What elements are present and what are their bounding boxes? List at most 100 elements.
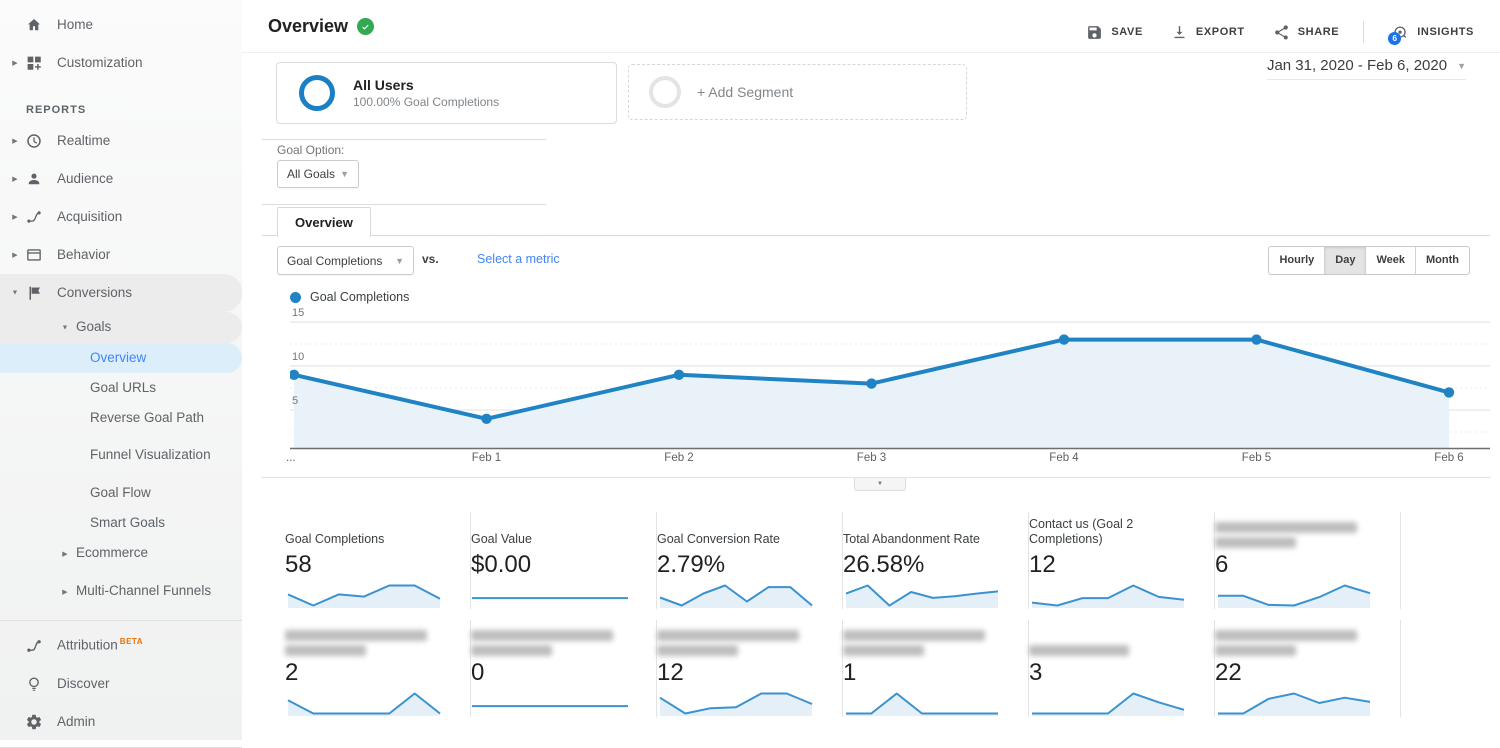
granularity-toggle: HourlyDayWeekMonth bbox=[1268, 246, 1470, 275]
scorecard-title: Goal Conversion Rate bbox=[657, 532, 818, 548]
actions-divider bbox=[1363, 21, 1364, 43]
tab-overview[interactable]: Overview bbox=[277, 207, 371, 237]
sidebar-item-label: Overview bbox=[90, 350, 146, 367]
chevron-right-icon[interactable]: ▶ bbox=[10, 251, 20, 259]
goal-option-label: Goal Option: bbox=[277, 143, 344, 157]
sidebar-item-realtime[interactable]: ▶Realtime bbox=[0, 122, 242, 160]
sidebar-item-overview[interactable]: Overview bbox=[0, 343, 242, 373]
scorecard-sparkline bbox=[285, 691, 446, 717]
x-axis-tick: Feb 3 bbox=[857, 452, 886, 464]
sidebar-item-goal-flow[interactable]: Goal Flow bbox=[0, 478, 242, 508]
scorecard-contact-us-goal-2-completions: Contact us (Goal 2 Completions)12 bbox=[1029, 512, 1215, 609]
conversions-icon bbox=[25, 284, 43, 302]
chevron-down-icon[interactable]: ▼ bbox=[60, 324, 70, 331]
date-range-picker[interactable]: Jan 31, 2020 - Feb 6, 2020 ▼ bbox=[1267, 57, 1466, 80]
select-a-metric-link[interactable]: Select a metric bbox=[477, 252, 560, 266]
sidebar-item-home[interactable]: Home bbox=[0, 6, 242, 44]
scorecard-value: 0 bbox=[471, 658, 632, 688]
scorecard-sparkline bbox=[843, 691, 1004, 717]
header-divider bbox=[242, 52, 1500, 53]
segment-subtitle: 100.00% Goal Completions bbox=[353, 95, 499, 109]
chevron-right-icon[interactable]: ▶ bbox=[10, 137, 20, 145]
chevron-down-icon: ▼ bbox=[1457, 61, 1466, 71]
chart-collapse-handle[interactable]: ▼ bbox=[854, 478, 906, 491]
redacted-title bbox=[1215, 630, 1357, 641]
verified-shield-icon bbox=[357, 18, 374, 35]
scorecard-redacted: 2 bbox=[285, 620, 471, 717]
x-axis-tick: Feb 6 bbox=[1434, 452, 1463, 464]
metric-dropdown-value: Goal Completions bbox=[287, 254, 382, 268]
redacted-title bbox=[471, 645, 552, 656]
segment-all-users[interactable]: All Users 100.00% Goal Completions bbox=[276, 62, 617, 124]
sidebar-item-label: Audience bbox=[57, 171, 113, 188]
scorecard-sparkline bbox=[1215, 583, 1376, 609]
chevron-right-icon[interactable]: ▶ bbox=[60, 588, 70, 596]
analytics-app: Home▶CustomizationREPORTS▶Realtime▶Audie… bbox=[0, 0, 1500, 740]
sidebar-item-label: Behavior bbox=[57, 247, 110, 264]
sidebar-item-label: Reverse Goal Path bbox=[90, 410, 204, 427]
sidebar-item-reverse-goal-path[interactable]: Reverse Goal Path bbox=[0, 403, 242, 433]
sidebar-item-behavior[interactable]: ▶ Behavior bbox=[0, 236, 242, 274]
goal-option-value: All Goals bbox=[287, 167, 335, 181]
scorecard-value: 1 bbox=[843, 658, 1004, 688]
sidebar-item-admin[interactable]: Admin bbox=[0, 703, 242, 741]
scorecard-redacted: 0 bbox=[471, 620, 657, 717]
scorecard-title: Contact us (Goal 2 Completions) bbox=[1029, 517, 1190, 548]
metric-dropdown[interactable]: Goal Completions ▼ bbox=[277, 246, 414, 275]
scorecard-sparkline bbox=[285, 583, 446, 609]
sidebar-item-funnel-visualization[interactable]: Funnel Visualization bbox=[0, 433, 242, 478]
sidebar-item-acquisition[interactable]: ▶Acquisition bbox=[0, 198, 242, 236]
sidebar-item-customization[interactable]: ▶ Customization bbox=[0, 44, 242, 82]
goal-option-dropdown[interactable]: All Goals ▼ bbox=[277, 160, 359, 188]
add-segment-button[interactable]: + Add Segment bbox=[628, 64, 967, 120]
action-label: INSIGHTS bbox=[1417, 26, 1474, 38]
scorecard-value: 2.79% bbox=[657, 550, 818, 580]
sidebar-item-smart-goals[interactable]: Smart Goals bbox=[0, 508, 242, 538]
x-axis-tick: Feb 4 bbox=[1049, 452, 1078, 464]
y-axis-tick: 5 bbox=[292, 395, 298, 407]
granularity-hourly-button[interactable]: Hourly bbox=[1269, 247, 1324, 274]
save-button[interactable]: SAVE bbox=[1086, 24, 1143, 41]
chevron-right-icon[interactable]: ▶ bbox=[10, 213, 20, 221]
beta-badge: BETA bbox=[120, 637, 143, 646]
sidebar-section-header: REPORTS bbox=[0, 82, 242, 122]
scorecard-title: Total Abandonment Rate bbox=[843, 532, 1004, 548]
sidebar-item-attribution[interactable]: AttributionBETA bbox=[0, 627, 242, 665]
export-button[interactable]: EXPORT bbox=[1171, 24, 1245, 41]
tab-bar-line bbox=[262, 235, 1490, 236]
chevron-down-icon[interactable]: ▼ bbox=[10, 290, 20, 297]
sidebar-item-label: Home bbox=[57, 17, 93, 34]
sidebar-item-conversions[interactable]: ▼Conversions bbox=[0, 274, 242, 312]
sidebar-item-label: Smart Goals bbox=[90, 515, 165, 532]
granularity-week-button[interactable]: Week bbox=[1365, 247, 1415, 274]
action-label: SHARE bbox=[1298, 26, 1340, 38]
sidebar-item-label: AttributionBETA bbox=[57, 637, 143, 654]
chevron-right-icon[interactable]: ▶ bbox=[60, 550, 70, 558]
share-button[interactable]: SHARE bbox=[1273, 24, 1340, 41]
sidebar-item-label: Customization bbox=[57, 55, 143, 72]
granularity-month-button[interactable]: Month bbox=[1415, 247, 1469, 274]
scorecard-value: 3 bbox=[1029, 658, 1190, 688]
redacted-title bbox=[657, 645, 738, 656]
chevron-right-icon[interactable]: ▶ bbox=[10, 59, 20, 67]
redacted-title bbox=[285, 645, 366, 656]
sidebar-item-multi-channel-funnels[interactable]: ▶Multi-Channel Funnels bbox=[0, 569, 242, 614]
granularity-day-button[interactable]: Day bbox=[1324, 247, 1365, 274]
sidebar-item-discover[interactable]: Discover bbox=[0, 665, 242, 703]
scorecard-redacted: 3 bbox=[1029, 620, 1215, 717]
sidebar-item-audience[interactable]: ▶ Audience bbox=[0, 160, 242, 198]
insights-button[interactable]: 6INSIGHTS bbox=[1392, 24, 1474, 41]
scorecard-goal-value: Goal Value$0.00 bbox=[471, 512, 657, 609]
sidebar-item-label: Goal Flow bbox=[90, 485, 151, 502]
sidebar-item-ecommerce[interactable]: ▶Ecommerce bbox=[0, 538, 242, 569]
redacted-title bbox=[1215, 537, 1296, 548]
scorecard-value: 6 bbox=[1215, 550, 1376, 580]
sidebar-item-goals[interactable]: ▼Goals bbox=[0, 312, 242, 343]
scorecard-sparkline bbox=[657, 583, 818, 609]
x-axis-tick: ... bbox=[286, 452, 296, 464]
sidebar-item-goal-urls[interactable]: Goal URLs bbox=[0, 373, 242, 403]
x-axis-tick: Feb 1 bbox=[472, 452, 501, 464]
scorecard-sparkline bbox=[471, 691, 632, 717]
chevron-right-icon[interactable]: ▶ bbox=[10, 175, 20, 183]
scorecard-sparkline bbox=[1215, 691, 1376, 717]
